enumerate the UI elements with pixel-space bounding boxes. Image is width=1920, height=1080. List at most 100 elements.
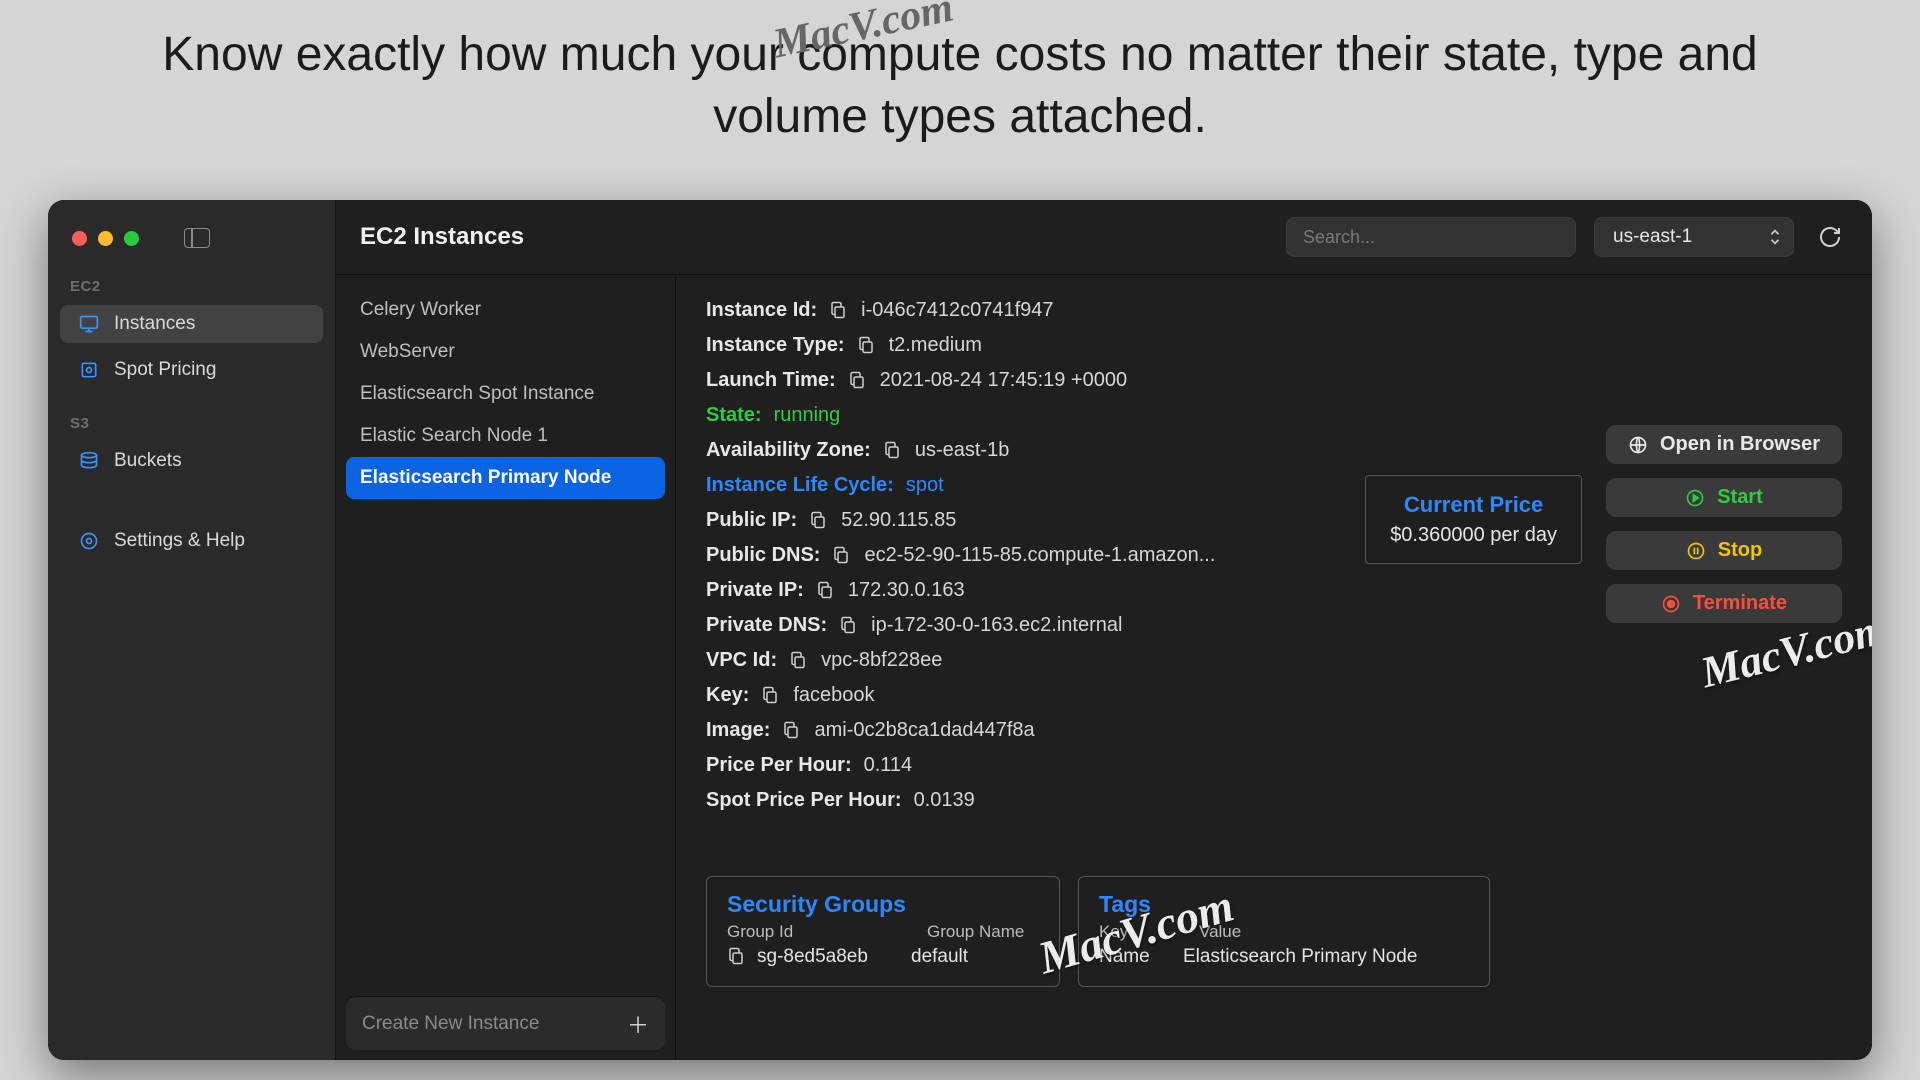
col-group-id: Group Id <box>727 922 897 942</box>
price-tag-icon <box>78 360 100 380</box>
copy-icon[interactable] <box>857 335 877 357</box>
value: 52.90.115.85 <box>841 505 956 536</box>
label: VPC Id: <box>706 645 777 676</box>
sg-id: sg-8ed5a8eb <box>757 946 868 968</box>
create-instance-label: Create New Instance <box>362 1013 539 1035</box>
button-label: Start <box>1717 486 1763 509</box>
copy-icon[interactable] <box>789 650 809 672</box>
copy-icon[interactable] <box>832 545 852 567</box>
region-select[interactable]: us-east-1 <box>1594 217 1794 257</box>
label: State: <box>706 400 762 431</box>
row-instance-id: Instance Id: i-046c7412c0741f947 <box>706 293 1842 328</box>
value: ip-172-30-0-163.ec2.internal <box>871 610 1122 641</box>
copy-icon[interactable] <box>809 510 829 532</box>
instances-list: Celery Worker WebServer Elasticsearch Sp… <box>336 275 676 1060</box>
toolbar: EC2 Instances us-east-1 <box>336 200 1872 274</box>
sidebar-item-spot-pricing[interactable]: Spot Pricing <box>60 351 323 389</box>
sidebar-item-label: Spot Pricing <box>114 359 216 381</box>
instance-item[interactable]: Elasticsearch Spot Instance <box>346 373 665 415</box>
search-input[interactable] <box>1286 217 1576 257</box>
label: Launch Time: <box>706 365 836 396</box>
sidebar-item-buckets[interactable]: Buckets <box>60 442 323 480</box>
plus-icon: ＋ <box>627 1008 649 1040</box>
label: Private IP: <box>706 575 804 606</box>
page-title: EC2 Instances <box>360 223 524 251</box>
price-card-value: $0.360000 per day <box>1390 524 1557 547</box>
row-instance-type: Instance Type: t2.medium <box>706 328 1842 363</box>
value: us-east-1b <box>915 435 1010 466</box>
security-groups-header: Security Groups <box>727 891 1039 918</box>
label: Instance Id: <box>706 295 817 326</box>
copy-icon[interactable] <box>727 946 747 968</box>
instance-item[interactable]: WebServer <box>346 331 665 373</box>
sidebar-item-instances[interactable]: Instances <box>60 305 323 343</box>
row-price-per-hour: Price Per Hour: 0.114 <box>706 748 1842 783</box>
label: Public DNS: <box>706 540 820 571</box>
label: Instance Type: <box>706 330 845 361</box>
copy-icon[interactable] <box>782 720 802 742</box>
close-window-button[interactable] <box>72 231 87 246</box>
window-controls <box>48 220 335 256</box>
button-label: Stop <box>1718 539 1762 562</box>
row-spot-price-per-hour: Spot Price Per Hour: 0.0139 <box>706 783 1842 818</box>
label: Public IP: <box>706 505 797 536</box>
sidebar-item-settings[interactable]: Settings & Help <box>60 522 323 560</box>
col-key: Key <box>1099 922 1169 942</box>
maximize-window-button[interactable] <box>124 231 139 246</box>
start-button[interactable]: Start <box>1606 478 1842 517</box>
copy-icon[interactable] <box>839 615 859 637</box>
value: 0.114 <box>864 750 913 781</box>
value: vpc-8bf228ee <box>821 645 942 676</box>
label: Key: <box>706 680 749 711</box>
minimize-window-button[interactable] <box>98 231 113 246</box>
label: Image: <box>706 715 770 746</box>
security-group-row: sg-8ed5a8eb default <box>727 946 1039 968</box>
create-instance-button[interactable]: Create New Instance ＋ <box>346 996 665 1050</box>
page-headline: Know exactly how much your compute costs… <box>0 0 1920 185</box>
copy-icon[interactable] <box>848 370 868 392</box>
copy-icon[interactable] <box>829 300 849 322</box>
play-icon <box>1685 488 1705 508</box>
instance-item[interactable]: Celery Worker <box>346 289 665 331</box>
tags-columns: Key Value <box>1099 922 1469 942</box>
row-vpc: VPC Id: vpc-8bf228ee <box>706 643 1842 678</box>
main-area: EC2 Instances us-east-1 Celery Worker We… <box>336 200 1872 1060</box>
tag-key: Name <box>1099 946 1169 968</box>
button-label: Terminate <box>1693 592 1787 615</box>
tag-value: Elasticsearch Primary Node <box>1183 946 1417 968</box>
label: Availability Zone: <box>706 435 871 466</box>
sidebar-item-label: Buckets <box>114 450 182 472</box>
gear-icon <box>78 531 100 551</box>
instance-item-selected[interactable]: Elasticsearch Primary Node <box>346 457 665 499</box>
instance-item[interactable]: Elastic Search Node 1 <box>346 415 665 457</box>
label: Price Per Hour: <box>706 750 852 781</box>
button-label: Open in Browser <box>1660 433 1820 456</box>
copy-icon[interactable] <box>883 440 903 462</box>
value: running <box>774 400 841 431</box>
open-in-browser-button[interactable]: Open in Browser <box>1606 425 1842 464</box>
value: t2.medium <box>889 330 982 361</box>
sidebar-section-ec2: EC2 <box>48 256 335 301</box>
sidebar-toggle-icon[interactable] <box>184 228 210 248</box>
col-value: Value <box>1199 922 1241 942</box>
label: Instance Life Cycle: <box>706 470 894 501</box>
stop-button[interactable]: Stop <box>1606 531 1842 570</box>
price-card: Current Price $0.360000 per day <box>1365 475 1582 564</box>
globe-icon <box>1628 435 1648 455</box>
bucket-icon <box>78 451 100 471</box>
value: 0.0139 <box>914 785 975 816</box>
label: Private DNS: <box>706 610 827 641</box>
chevron-updown-icon <box>1769 228 1781 246</box>
refresh-button[interactable] <box>1812 219 1848 255</box>
row-image: Image: ami-0c2b8ca1dad447f8a <box>706 713 1842 748</box>
region-value: us-east-1 <box>1613 226 1692 248</box>
value: 172.30.0.163 <box>848 575 965 606</box>
copy-icon[interactable] <box>761 685 781 707</box>
instances-scroll[interactable]: Celery Worker WebServer Elasticsearch Sp… <box>336 275 675 996</box>
col-group-name: Group Name <box>927 922 1024 942</box>
detail-pane: Instance Id: i-046c7412c0741f947 Instanc… <box>676 275 1872 1060</box>
value: i-046c7412c0741f947 <box>861 295 1053 326</box>
copy-icon[interactable] <box>816 580 836 602</box>
body-split: Celery Worker WebServer Elasticsearch Sp… <box>336 274 1872 1060</box>
terminate-button[interactable]: Terminate <box>1606 584 1842 623</box>
